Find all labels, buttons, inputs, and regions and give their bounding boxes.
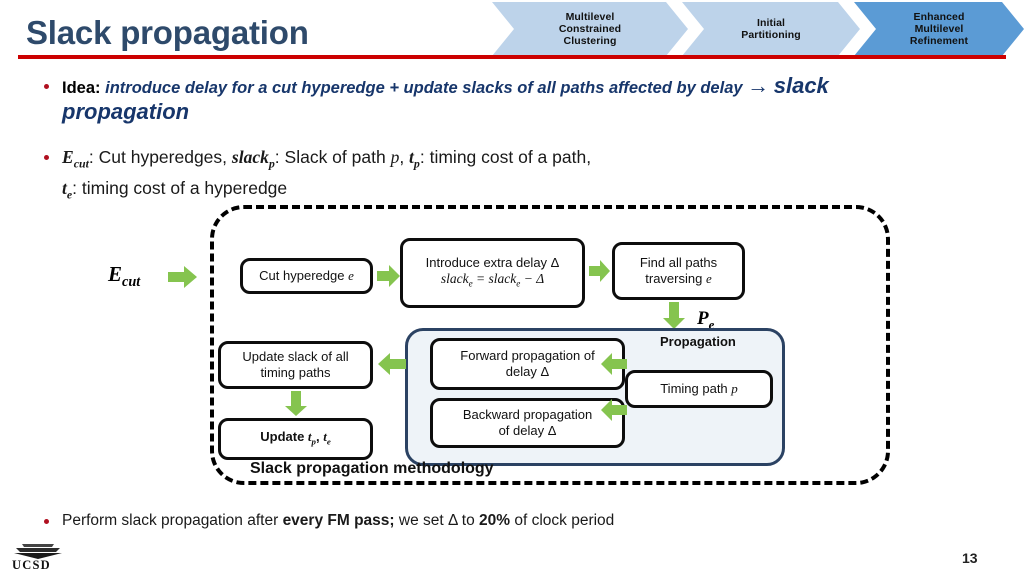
bullet-idea-arrow: → [747, 73, 770, 98]
diagram-input-label-sub: cut [122, 274, 141, 291]
bullet-notation: Ecut: Cut hyperedges, slack p: Slack of p… [62, 145, 942, 206]
node-forward-line2: delay Δ [505, 364, 550, 379]
propagation-panel-title: Propagation [660, 334, 736, 349]
banner-step-line: Multilevel [914, 22, 964, 35]
node-introduce-delay[interactable]: Introduce extra delay Δ slacke = slacke … [400, 238, 585, 308]
ucsd-trident-icon [14, 544, 62, 559]
bullet-footer-note: Perform slack propagation after every FM… [62, 511, 942, 531]
banner-step-multilevel-constrained-clustering[interactable]: Multilevel Constrained Clustering [492, 2, 688, 56]
notation-ecut-desc: : Cut hyperedges, [88, 147, 232, 167]
formula-minus-delta: − Δ [520, 270, 545, 286]
bullet-marker [44, 84, 49, 89]
node-cut-hyperedge[interactable]: Cut hyperedge e [240, 258, 373, 294]
page-number: 13 [962, 550, 978, 566]
diagram-paths-label-text: P [697, 308, 709, 329]
title-underline-rule [18, 55, 1006, 59]
bullet-idea-lead: Idea: [62, 79, 101, 97]
banner-step-line: Constrained [558, 22, 622, 35]
node-timing-path-text: Timing path [660, 381, 732, 396]
diagram-input-label-text: E [108, 262, 123, 286]
node-update-timing-costs[interactable]: Update tp, te [218, 418, 373, 460]
notation-te-desc: : timing cost of a hyperedge [72, 177, 288, 198]
footer-note-suffix: of clock period [510, 512, 615, 529]
banner-step-line: Multilevel [565, 10, 615, 23]
node-find-all-paths[interactable]: Find all paths traversing e [612, 242, 745, 300]
node-cut-hyperedge-var: e [348, 268, 354, 283]
ucsd-logo-text: UCSD [12, 558, 51, 572]
bullet-marker [44, 155, 49, 160]
formula-eq-slack: = slack [472, 270, 517, 286]
node-forward-propagation[interactable]: Forward propagation of delay Δ [430, 338, 625, 390]
node-cut-hyperedge-text: Cut hyperedge [259, 268, 349, 283]
arrow-timingpath-to-forward [600, 352, 628, 376]
banner-step-line: Refinement [909, 35, 969, 48]
arrow-update-slack-to-update-t [284, 391, 308, 417]
notation-slackp-desc: : Slack of path [274, 147, 391, 167]
node-update-t-prefix: Update [260, 428, 308, 444]
diagram-input-label: Ecut [108, 262, 140, 291]
banner-step-initial-partitioning[interactable]: Initial Partitioning [682, 2, 860, 56]
node-forward-line1: Forward propagation of [460, 348, 595, 363]
footer-note-middle: we set Δ to [394, 512, 480, 529]
banner-step-line: Initial [756, 16, 786, 29]
node-backward-line1: Backward propagation [462, 407, 593, 422]
symbol-slackp: slack [231, 147, 269, 167]
formula-slack: slack [440, 270, 469, 286]
arrow-timingpath-to-backward [600, 398, 628, 422]
process-banner: Multilevel Constrained Clustering Initia… [492, 2, 1024, 56]
node-introduce-delay-formula: slacke = slacke − Δ [441, 271, 544, 292]
node-update-slack[interactable]: Update slack of all timing paths [218, 341, 373, 389]
symbol-ecut: E [62, 147, 74, 167]
footer-note-bold-percent: 20% [479, 512, 511, 529]
arrow-propagation-to-update-slack [377, 352, 407, 376]
arrow-findpaths-to-propagation [662, 302, 686, 330]
diagram-caption: Slack propagation methodology [250, 460, 494, 477]
footer-note-prefix: Perform slack propagation after [62, 512, 283, 529]
banner-step-line: Enhanced [913, 10, 965, 23]
bullet-idea: Idea: introduce delay for a cut hyperedg… [62, 74, 942, 126]
node-find-paths-var: e [705, 271, 712, 286]
arrow-cut-to-delay [377, 265, 401, 287]
bullet-marker [44, 519, 49, 524]
node-backward-propagation[interactable]: Backward propagation of delay Δ [430, 398, 625, 448]
banner-step-line: Partitioning [741, 29, 801, 41]
banner-step-line: Clustering [563, 35, 617, 48]
node-update-t-sub2: e [326, 436, 331, 447]
node-update-slack-line1: Update slack of all [242, 349, 349, 364]
arrow-delay-to-findpaths [589, 260, 611, 282]
notation-tp-desc: : timing cost of a path, [419, 147, 592, 167]
slack-propagation-diagram: Ecut Cut hyperedge e Introduce extra del… [100, 198, 890, 493]
symbol-p: p [390, 147, 400, 167]
page-title: Slack propagation [26, 14, 309, 51]
arrow-input-to-cut-hyperedge [168, 266, 198, 288]
symbol-ecut-sub: cut [73, 156, 89, 171]
notation-comma: , [399, 147, 410, 167]
node-find-paths-line2: traversing [645, 271, 706, 286]
node-timing-path-var: p [731, 381, 738, 396]
node-update-slack-line2: timing paths [260, 365, 331, 380]
node-backward-line2: of delay Δ [498, 423, 557, 438]
footer-note-bold-fm-pass: every FM pass; [282, 512, 395, 529]
ucsd-logo: UCSD [8, 540, 74, 572]
node-timing-path[interactable]: Timing path p [625, 370, 773, 408]
node-find-paths-line1: Find all paths [639, 255, 718, 270]
bullet-idea-emphasis: introduce delay for a cut hyperedge + up… [105, 79, 743, 97]
banner-step-enhanced-multilevel-refinement[interactable]: Enhanced Multilevel Refinement [854, 2, 1024, 56]
node-introduce-delay-line1: Introduce extra delay Δ [425, 254, 560, 270]
slide-root: Multilevel Constrained Clustering Initia… [0, 0, 1024, 576]
